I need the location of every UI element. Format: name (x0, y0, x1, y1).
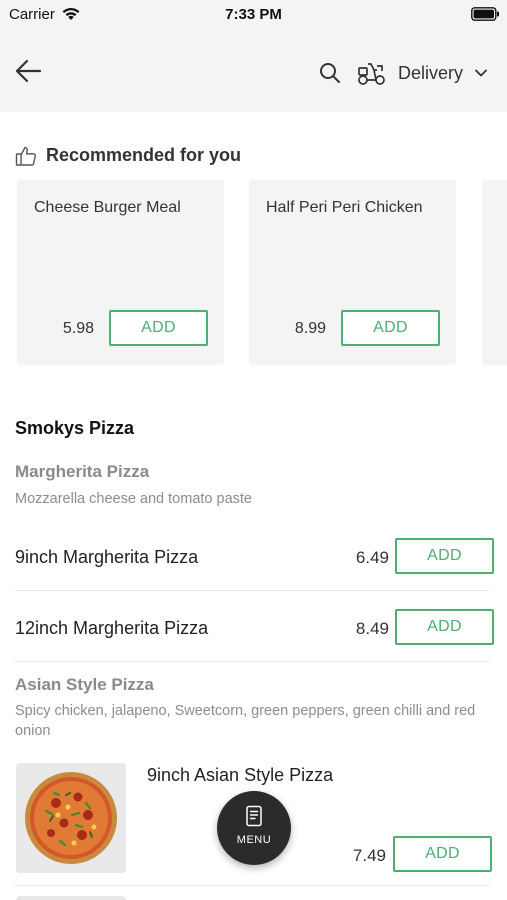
category-title: Smokys Pizza (15, 418, 135, 438)
recommended-item-price: 5.98 (62, 320, 94, 337)
menu-fab-button[interactable]: MENU (217, 791, 291, 865)
group-description: Mozzarella cheese and tomato paste (15, 491, 252, 507)
thumbs-up-icon (15, 146, 36, 166)
group-title: Margherita Pizza (15, 462, 150, 481)
menu-item-price: 6.49 (355, 548, 389, 567)
menu-item-name: 12inch Margherita Pizza (15, 618, 209, 638)
recommended-card-peek[interactable] (482, 180, 507, 365)
divider (15, 661, 489, 662)
app-header: Delivery (0, 30, 507, 112)
chevron-down-icon (475, 69, 487, 77)
add-button[interactable]: ADD (109, 310, 208, 346)
menu-item-name: 9inch Margherita Pizza (15, 547, 199, 567)
add-button[interactable]: ADD (393, 836, 492, 872)
divider (15, 590, 489, 591)
recommended-heading: Recommended for you (15, 143, 315, 169)
recommended-item-price: 8.99 (294, 320, 326, 337)
menu-item-price: 8.49 (355, 619, 389, 638)
divider (15, 885, 489, 886)
group-title: Asian Style Pizza (15, 675, 154, 694)
pizza-image[interactable] (16, 763, 126, 873)
pizza-illustration (16, 763, 126, 873)
battery-icon (471, 7, 499, 21)
add-button[interactable]: ADD (341, 310, 440, 346)
back-arrow-icon[interactable] (12, 56, 44, 86)
search-icon[interactable] (318, 61, 342, 85)
status-bar: Carrier 7:33 PM (0, 0, 507, 30)
status-time: 7:33 PM (225, 6, 282, 23)
recommended-title: Recommended for you (46, 145, 242, 165)
add-button[interactable]: ADD (395, 538, 494, 574)
menu-fab-label: MENU (236, 834, 272, 846)
next-item-image-peek (16, 896, 126, 900)
group-description: Spicy chicken, jalapeno, Sweetcorn, gree… (15, 703, 476, 739)
scooter-icon (358, 63, 385, 85)
delivery-label: Delivery (398, 63, 464, 83)
recommended-card[interactable]: Half Peri Peri Chicken 8.99 ADD (249, 180, 456, 365)
menu-item-name: 9inch Asian Style Pizza (147, 765, 334, 785)
add-button[interactable]: ADD (395, 609, 494, 645)
menu-book-icon (246, 805, 262, 827)
recommended-item-name: Half Peri Peri Chicken (266, 199, 423, 216)
delivery-mode-selector[interactable]: Delivery (357, 58, 497, 88)
menu-item-price: 7.49 (352, 846, 386, 865)
recommended-card[interactable]: Cheese Burger Meal 5.98 ADD (17, 180, 224, 365)
menu-item-row[interactable]: 9inch Margherita Pizza 6.49 ADD (0, 538, 507, 616)
recommended-item-name: Cheese Burger Meal (34, 199, 181, 216)
